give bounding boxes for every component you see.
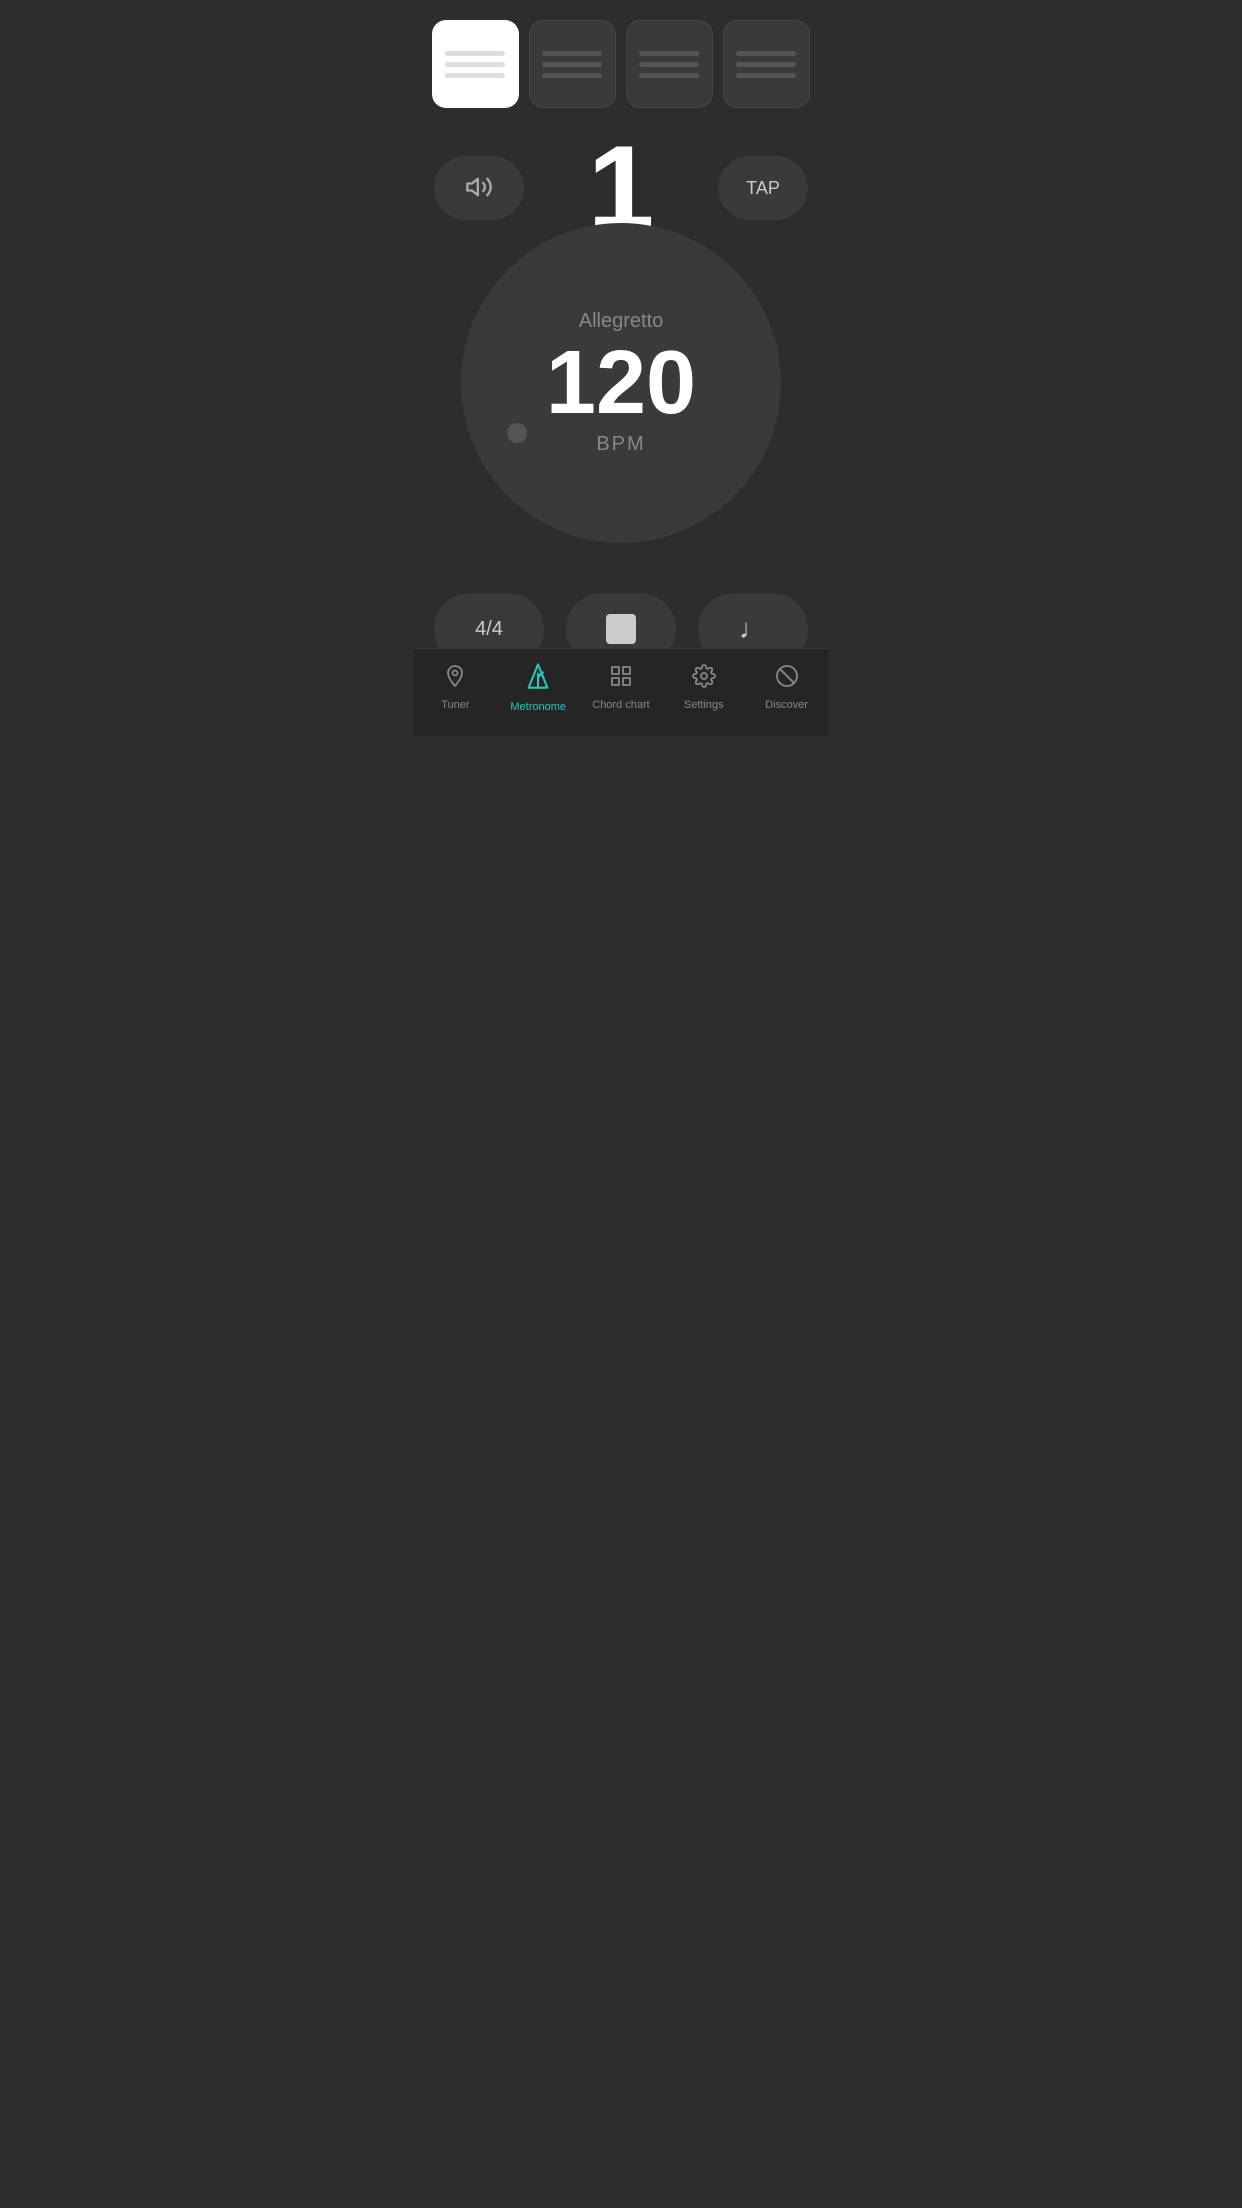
grid-icon: [609, 664, 633, 695]
beat-line: [445, 62, 505, 67]
tab-chord-chart-label: Chord chart: [592, 699, 649, 711]
metronome-icon: [524, 662, 552, 697]
pin-icon: [443, 664, 467, 695]
beat-2[interactable]: [529, 20, 616, 108]
beat-line: [639, 51, 699, 56]
tab-tuner-label: Tuner: [441, 699, 469, 711]
tab-settings[interactable]: Settings: [662, 664, 745, 711]
volume-button[interactable]: [434, 156, 524, 220]
beat-line: [542, 62, 602, 67]
beat-line: [445, 51, 505, 56]
tempo-dial-container: Allegretto 120 BPM: [414, 223, 828, 543]
dial-indicator: [507, 423, 527, 443]
tap-button[interactable]: TAP: [718, 156, 808, 220]
beat-line: [736, 73, 796, 78]
tap-label: TAP: [746, 178, 780, 199]
time-signature-label: 4/4: [475, 618, 503, 641]
tab-discover-label: Discover: [765, 699, 808, 711]
tab-settings-label: Settings: [684, 699, 724, 711]
beat-line: [639, 73, 699, 78]
bpm-unit: BPM: [596, 433, 645, 456]
tab-chord-chart[interactable]: Chord chart: [580, 664, 663, 711]
beat-line: [736, 51, 796, 56]
tab-tuner[interactable]: Tuner: [414, 664, 497, 711]
tempo-dial[interactable]: Allegretto 120 BPM: [461, 223, 781, 543]
tab-bar: Tuner Metronome Chord chart: [414, 648, 828, 736]
tab-discover[interactable]: Discover: [745, 664, 828, 711]
beat-line: [639, 62, 699, 67]
tempo-name: Allegretto: [579, 310, 664, 333]
compass-icon: [775, 664, 799, 695]
beat-line: [542, 51, 602, 56]
note-icon: ♩: [739, 613, 767, 645]
beat-3[interactable]: [626, 20, 713, 108]
tab-metronome-label: Metronome: [510, 701, 566, 713]
beat-line: [736, 62, 796, 67]
stop-icon: [606, 614, 636, 644]
tab-metronome[interactable]: Metronome: [497, 662, 580, 713]
gear-icon: [692, 664, 716, 695]
bpm-value: 120: [546, 338, 696, 428]
beat-4[interactable]: [723, 20, 810, 108]
beat-line: [542, 73, 602, 78]
beat-line: [445, 73, 505, 78]
volume-icon: [465, 173, 493, 204]
beat-1[interactable]: [432, 20, 519, 108]
beat-indicators: [414, 0, 828, 118]
